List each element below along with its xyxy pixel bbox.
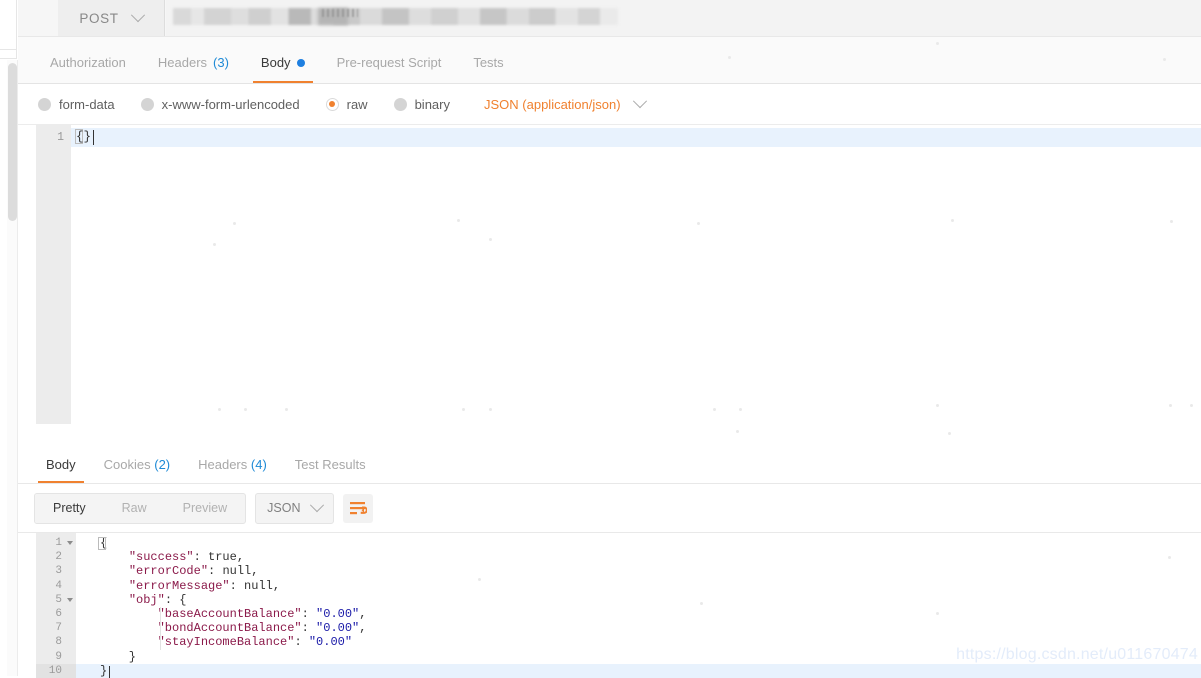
tab-tests-label: Tests	[473, 55, 504, 70]
response-code-line: "baseAccountBalance": "0.00",	[157, 606, 367, 621]
redacted-url-text	[322, 9, 358, 17]
response-tab-test-results-label: Test Results	[294, 457, 366, 472]
response-line-number: 2	[55, 551, 62, 564]
request-line-number: 1	[57, 131, 64, 144]
radio-binary-label: binary	[414, 96, 450, 112]
response-code-line: }	[100, 649, 137, 664]
response-line-number: 3	[55, 565, 62, 578]
chevron-down-icon	[130, 8, 145, 23]
redacted-url-blur	[173, 8, 618, 25]
response-line-number: 8	[55, 636, 62, 649]
response-line-number: 9	[55, 650, 62, 663]
response-code-line: "obj": {	[128, 592, 187, 607]
response-line-number: 1	[36, 536, 76, 550]
content-type-dropdown[interactable]: JSON (application/json)	[484, 94, 647, 112]
tab-pre-request-script-label: Pre-request Script	[336, 55, 442, 70]
response-language-label: JSON	[267, 501, 301, 515]
response-tab-cookies[interactable]: Cookies (2)	[90, 457, 184, 483]
response-format-group: Pretty Raw Preview	[34, 492, 247, 524]
text-caret	[93, 130, 94, 145]
tab-body-label: Body	[260, 55, 291, 70]
response-tab-headers-count: (4)	[250, 457, 267, 472]
body-modified-dot-icon	[296, 58, 305, 67]
tab-authorization[interactable]: Authorization	[34, 55, 142, 83]
format-raw-button[interactable]: Raw	[104, 494, 165, 523]
tab-body[interactable]: Body	[245, 55, 321, 83]
response-tab-body-label: Body	[46, 457, 76, 472]
brace-match-highlight	[98, 537, 106, 550]
pane-splitter[interactable]	[18, 424, 1201, 443]
response-code-line: "stayIncomeBalance": "0.00"	[157, 635, 353, 650]
tab-pre-request-script[interactable]: Pre-request Script	[321, 55, 458, 83]
radio-binary-dot-icon	[393, 97, 407, 111]
response-tab-headers-label: Headers	[198, 457, 248, 472]
response-tab-cookies-count: (2)	[154, 457, 171, 472]
tab-tests[interactable]: Tests	[457, 55, 519, 83]
radio-x-www-form-urlencoded[interactable]: x-www-form-urlencoded	[140, 96, 300, 112]
left-panel-edge-lower	[0, 50, 17, 59]
response-tab-test-results[interactable]: Test Results	[281, 457, 380, 483]
format-pretty-button[interactable]: Pretty	[35, 493, 104, 523]
request-url-input[interactable]	[166, 0, 1201, 36]
tab-headers-label: Headers	[157, 55, 208, 70]
response-editor-gutter: 1 2 3 4 5 6 7 8 9 10	[36, 533, 76, 678]
indent-guide	[160, 607, 161, 650]
clear-all-link-partial[interactable]: all	[0, 27, 12, 41]
left-panel-edge	[0, 0, 17, 50]
chevron-down-icon	[310, 498, 325, 513]
page-scrollbar-thumb[interactable]	[8, 63, 17, 221]
request-url-bar: POST	[18, 0, 1201, 37]
radio-form-data-label: form-data	[59, 96, 115, 112]
response-line-number: 6	[55, 607, 62, 620]
response-code-line: "success": true,	[128, 550, 245, 565]
fold-toggle-icon[interactable]	[67, 597, 73, 602]
radio-form-data[interactable]: form-data	[38, 97, 115, 112]
response-toolbar: Pretty Raw Preview JSON	[18, 484, 1201, 532]
tab-headers-count: (3)	[213, 55, 229, 70]
http-method-dropdown[interactable]: POST	[58, 0, 165, 36]
radio-binary[interactable]: binary	[393, 96, 450, 112]
request-body-editor[interactable]: 1 {}	[18, 124, 1201, 425]
body-type-selector: form-data x-www-form-urlencoded raw bina…	[18, 84, 1201, 124]
chevron-down-icon	[632, 94, 647, 109]
fold-toggle-icon[interactable]	[67, 541, 73, 545]
response-tab-bar: Body Cookies (2) Headers (4) Test Result…	[18, 442, 1201, 484]
radio-raw-dot-icon	[325, 97, 339, 111]
response-tab-headers[interactable]: Headers (4)	[184, 457, 281, 483]
response-code-line: "errorCode": null,	[128, 564, 259, 579]
response-tab-cookies-label: Cookies	[103, 457, 151, 472]
response-line-number: 7	[55, 622, 62, 635]
radio-raw-label: raw	[346, 96, 368, 112]
response-tab-body[interactable]: Body	[32, 457, 90, 483]
request-body-content: {}	[76, 130, 92, 144]
response-line-number: 5	[36, 593, 76, 607]
text-caret	[109, 666, 110, 678]
request-tab-bar: Authorization Headers (3) Body Pre-reque…	[18, 37, 1201, 84]
format-preview-button[interactable]: Preview	[165, 494, 245, 523]
http-method-label: POST	[79, 10, 119, 26]
response-code-line: "bondAccountBalance": "0.00",	[157, 621, 367, 636]
content-type-label: JSON (application/json)	[484, 96, 621, 112]
tab-headers[interactable]: Headers (3)	[142, 55, 245, 83]
word-wrap-icon[interactable]	[343, 493, 374, 523]
response-code-line: "errorMessage": null,	[128, 578, 281, 593]
response-line-number: 4	[55, 579, 62, 592]
radio-x-www-form-urlencoded-label: x-www-form-urlencoded	[161, 96, 300, 112]
radio-x-www-form-urlencoded-dot-icon	[140, 97, 154, 111]
request-editor-gutter: 1	[36, 125, 71, 425]
radio-form-data-dot-icon	[38, 97, 51, 111]
response-language-dropdown[interactable]: JSON	[255, 492, 335, 524]
response-body-editor[interactable]: 1 2 3 4 5 6 7 8 9 10 { "success": true, "errorCod…	[18, 532, 1201, 678]
tab-authorization-label: Authorization	[50, 55, 126, 70]
response-json-content: { "success": true, "errorCode": null, "e…	[76, 536, 1201, 678]
request-editor-active-line	[71, 128, 1201, 147]
response-code-line: {	[100, 536, 108, 550]
radio-raw[interactable]: raw	[325, 96, 368, 112]
